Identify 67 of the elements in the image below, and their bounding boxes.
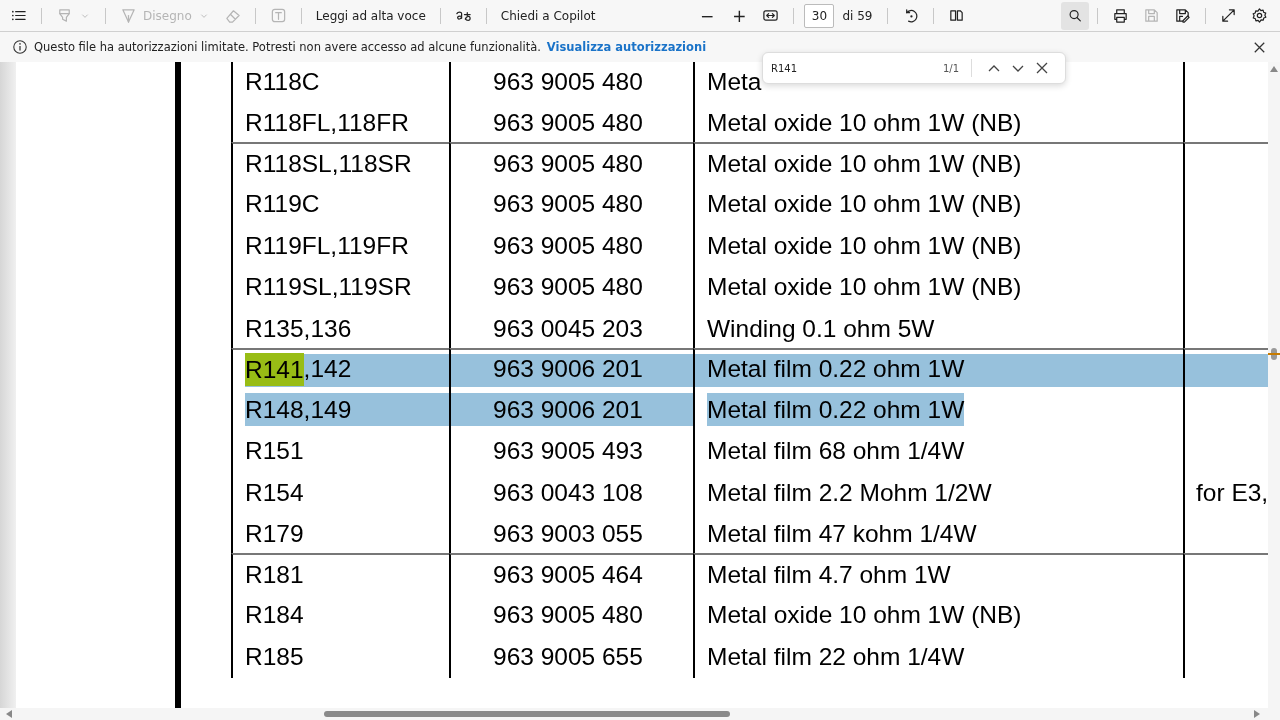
horizontal-scrollbar[interactable]	[0, 708, 1280, 720]
table-cell: 963 9006 201	[449, 389, 693, 431]
table-cell: R154	[231, 472, 449, 514]
permissions-link[interactable]: Visualizza autorizzazioni	[546, 40, 707, 54]
table-cell: Metal film 0.22 ohm 1W	[693, 389, 1183, 431]
table-cell: R118FL,118FR	[231, 102, 449, 144]
close-icon	[1036, 62, 1049, 74]
search-button[interactable]	[1061, 1, 1089, 30]
table-cell: Metal film 4.7 ohm 1W	[693, 553, 1183, 595]
table-cell: R181	[231, 553, 449, 595]
table-cell: R185	[231, 636, 449, 678]
toolbar-button[interactable]: Leggi ad alta voce	[309, 1, 432, 30]
page-count: di 59	[841, 8, 874, 23]
table-cell: Metal film 22 ohm 1/4W	[693, 636, 1183, 678]
table-cell: 963 9005 655	[449, 636, 693, 678]
toolbar-button[interactable]: +	[724, 1, 755, 30]
table-cell: Metal film 68 ohm 1/4W	[693, 430, 1183, 472]
scroll-left-icon[interactable]	[6, 710, 12, 718]
table-cell: R119C	[231, 183, 449, 225]
button-label: +	[732, 5, 747, 26]
table-cell: 963 9005 480	[449, 225, 693, 267]
table-cell: Metal film 0.22 ohm 1W	[693, 347, 1183, 389]
info-icon	[12, 39, 28, 55]
match-marker-icon	[1268, 348, 1280, 360]
find-field[interactable]: R141	[769, 61, 923, 75]
table-cell: R119FL,119FR	[231, 225, 449, 267]
table-cell: R118SL,118SR	[231, 142, 449, 184]
table-cell: Metal oxide 10 ohm 1W (NB)	[693, 594, 1183, 636]
button-label: −	[699, 5, 715, 26]
table-cell: R118C	[231, 62, 449, 103]
table-cell: 963 9003 055	[449, 513, 693, 555]
table-cell: Metal film 2.2 Mohm 1/2W	[693, 472, 1183, 514]
table-cell: Metal oxide 10 ohm 1W (NB)	[693, 183, 1183, 225]
scroll-up-icon[interactable]	[1270, 66, 1278, 72]
match-count: 1/1	[943, 62, 960, 74]
table-cell: 963 9005 480	[449, 594, 693, 636]
table-cell: 963 9005 464	[449, 553, 693, 595]
toolbar-button[interactable]: −	[691, 1, 723, 30]
table-cell: 963 9005 480	[449, 62, 693, 103]
chevron-down-icon	[1012, 63, 1025, 73]
button-label: Leggi ad alta voce	[315, 8, 426, 23]
table-cell: 963 9005 480	[449, 102, 693, 144]
table-cell: R141,142	[231, 347, 449, 389]
table-cell: 963 9005 480	[449, 183, 693, 225]
table-cell: R119SL,119SR	[231, 266, 449, 308]
table-cell: Metal oxide 10 ohm 1W (NB)	[693, 225, 1183, 267]
table-cell: R184	[231, 594, 449, 636]
toolbar-button[interactable]: Chiedi a Copilot	[494, 1, 602, 30]
table-cell: 963 9005 480	[449, 266, 693, 308]
button-label: Chiedi a Copilot	[500, 8, 596, 23]
table-cell: Metal oxide 10 ohm 1W (NB)	[693, 142, 1183, 184]
table-cell: Metal film 47 kohm 1/4W	[693, 513, 1183, 555]
table-cell: 963 9005 480	[449, 142, 693, 184]
scroll-right-icon[interactable]	[1254, 710, 1260, 718]
table-cell: R179	[231, 513, 449, 555]
table-cell: 963 9005 493	[449, 430, 693, 472]
table-cell: Metal oxide 10 ohm 1W (NB)	[693, 266, 1183, 308]
info-message: Questo file ha autorizzazioni limitate. Potresti non avere accesso ad alcune funzionalità.	[34, 40, 541, 54]
page-number-field[interactable]: 30	[804, 3, 835, 28]
scroll-thumb[interactable]	[324, 711, 730, 717]
table-cell: Metal oxide 10 ohm 1W (NB)	[693, 102, 1183, 144]
table-cell: R151	[231, 430, 449, 472]
table-cell: R148,149	[231, 389, 449, 431]
search-match: R141	[245, 352, 304, 386]
chevron-up-icon	[988, 63, 1001, 73]
table-cell: 963 0043 108	[449, 472, 693, 514]
table-cell: 963 9006 201	[449, 347, 693, 389]
